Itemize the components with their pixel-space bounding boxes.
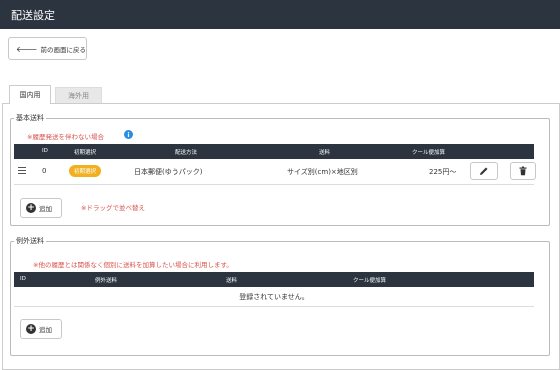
tab-overseas-label: 海外用	[68, 92, 89, 100]
tab-overseas[interactable]: 海外用	[55, 87, 102, 104]
plus-circle-icon: +	[26, 324, 36, 334]
row-cool: 225円〜	[429, 168, 457, 176]
row-shipping: サイズ別(cm)×地区別	[287, 168, 358, 176]
page-title: 配送設定	[11, 9, 55, 22]
add-basic-button[interactable]: + 追加	[20, 198, 62, 218]
exception-table-header: ID 例外送料 送料 クール便加算	[14, 272, 534, 287]
back-button[interactable]: 🡐 前の画面に戻る	[8, 37, 87, 60]
exception-shipping-note: ※他の履歴とは関係なく個別に送料を加算したい場合に利用します。	[33, 261, 233, 269]
add-exception-label: 追加	[39, 326, 52, 334]
arrow-left-icon: 🡐	[16, 44, 38, 54]
tab-panel: 基本送料 ※履歴発送を伴わない場合 i ID 初期選択 配送方法 送料 クール便…	[2, 103, 560, 370]
col-method: 配送方法	[175, 150, 198, 156]
tab-domestic[interactable]: 国内用	[9, 85, 51, 104]
add-exception-button[interactable]: + 追加	[20, 319, 62, 339]
top-bar: 配送設定	[0, 0, 560, 29]
pencil-icon	[480, 167, 488, 175]
basic-shipping-legend: 基本送料	[16, 114, 44, 122]
back-button-label: 前の画面に戻る	[40, 45, 86, 54]
row-method: 日本郵便(ゆうパック)	[134, 168, 203, 176]
drag-hint: ※ドラッグで並べ替え	[81, 204, 145, 212]
edit-button[interactable]	[470, 162, 498, 180]
drag-handle-icon[interactable]	[18, 167, 26, 176]
default-badge: 初期選択	[69, 165, 102, 177]
col-id: ID	[20, 276, 26, 282]
col-cool: クール便加算	[412, 150, 446, 156]
col-shipping: 送料	[226, 278, 238, 284]
trash-icon	[519, 166, 527, 176]
exception-shipping-legend: 例外送料	[16, 237, 44, 245]
col-default: 初期選択	[74, 150, 97, 156]
delete-button[interactable]	[510, 162, 536, 180]
col-shipping: 送料	[319, 150, 331, 156]
table-row: 0 初期選択 日本郵便(ゆうパック) サイズ別(cm)×地区別 225円〜	[14, 159, 536, 185]
col-exception: 例外送料	[95, 278, 118, 284]
basic-table-header: ID 初期選択 配送方法 送料 クール便加算	[14, 144, 534, 159]
add-basic-label: 追加	[39, 205, 52, 213]
tab-domestic-label: 国内用	[19, 91, 41, 99]
info-icon[interactable]: i	[124, 130, 133, 139]
plus-circle-icon: +	[26, 203, 36, 213]
row-id: 0	[42, 167, 47, 175]
empty-row: 登録されていません。	[14, 287, 534, 307]
col-cool: クール便加算	[353, 278, 387, 284]
basic-shipping-note: ※履歴発送を伴わない場合	[27, 133, 104, 141]
col-id: ID	[42, 148, 48, 154]
